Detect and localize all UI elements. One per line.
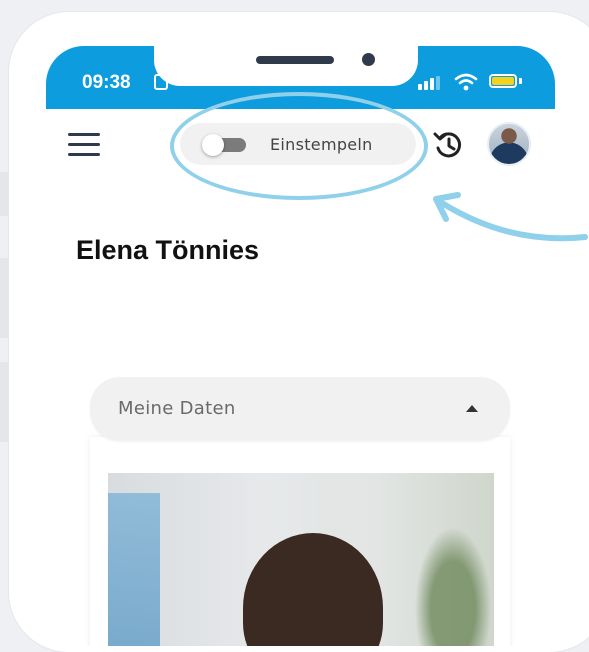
battery-tip [519,78,522,84]
page-title: Elena Tönnies [76,235,260,265]
speaker [256,56,334,64]
front-camera [362,53,375,66]
history-icon[interactable] [432,129,464,161]
my-data-accordion[interactable]: Meine Daten [90,377,510,441]
accordion-label: Meine Daten [118,398,236,419]
cellular-signal-icon [418,76,440,90]
hamburger-menu-icon[interactable] [68,133,102,157]
main-content: Elena Tönnies Meine Daten [46,177,555,646]
battery-icon [489,74,517,88]
toggle-switch[interactable] [202,134,248,156]
profile-photo [108,473,494,646]
app-screen: 09:38 Einstempeln Elena Tönnies Meine Da… [46,46,555,646]
clock-in-label: Einstempeln [270,135,373,154]
caret-up-icon[interactable] [466,405,478,412]
avatar[interactable] [487,122,531,166]
device-notch [154,46,418,86]
status-time: 09:38 [82,72,131,93]
clock-in-toggle[interactable]: Einstempeln [180,123,416,165]
app-bar: Einstempeln [46,109,555,178]
wifi-icon [454,73,478,91]
